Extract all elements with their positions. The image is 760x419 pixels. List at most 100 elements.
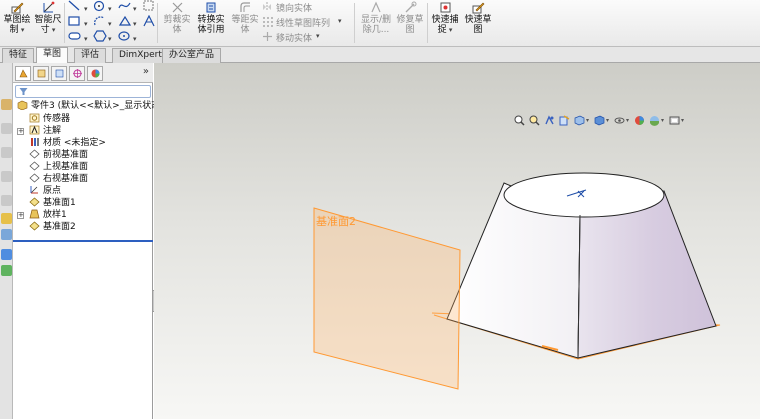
- configuration-manager-tab[interactable]: [51, 66, 67, 81]
- rectangle-tool[interactable]: [68, 15, 82, 30]
- plane-icon: [29, 149, 40, 159]
- expand-annotations-toggle[interactable]: +: [17, 128, 24, 135]
- panel-tabs: »: [13, 63, 153, 83]
- spline-icon: [118, 2, 131, 9]
- ellipse-dropdown[interactable]: ▾: [133, 31, 137, 46]
- feature-tree-tab[interactable]: [15, 66, 31, 81]
- quick-snaps-button[interactable]: 快速捕 捉 ▾: [430, 0, 460, 35]
- arc-icon: [94, 16, 105, 26]
- tree-item-material[interactable]: 材质 <未指定>: [29, 137, 106, 149]
- tree-item-annotations[interactable]: 注解: [29, 125, 61, 137]
- slot-icon: [68, 32, 81, 40]
- spline-tool[interactable]: [118, 0, 132, 15]
- relations-icon: [370, 1, 381, 13]
- polygon-tool[interactable]: [93, 30, 107, 45]
- smart-dimension-button[interactable]: 智能尺 寸 ▾: [33, 0, 63, 35]
- explorer-icon[interactable]: [1, 249, 12, 260]
- sketch-icon: [11, 2, 23, 14]
- fillet-dropdown[interactable]: ▾: [133, 16, 137, 31]
- graphics-area[interactable]: ▾ ▾ ▾ ▾ ▾ 基准面2: [154, 63, 760, 419]
- trim-entities-button[interactable]: 剪裁实 体: [160, 0, 194, 35]
- slot-tool[interactable]: [68, 30, 82, 45]
- tab-dimxpert[interactable]: DimXpert: [112, 48, 169, 63]
- slot-dropdown[interactable]: ▾: [84, 31, 88, 46]
- rapid-sketch-icon: [472, 2, 484, 14]
- loft-icon: [29, 209, 40, 219]
- annotation-icon: [29, 125, 40, 135]
- line-dropdown[interactable]: ▾: [84, 1, 88, 16]
- palette-icon[interactable]: [1, 265, 12, 276]
- tree-item-front-plane[interactable]: 前视基准面: [29, 149, 88, 161]
- tree-filter-input[interactable]: [15, 85, 151, 98]
- repair-sketch-button[interactable]: 修复草 图: [395, 0, 425, 35]
- arc-dropdown[interactable]: ▾: [108, 16, 112, 31]
- arc-tool[interactable]: [93, 15, 107, 30]
- tree-item-top-plane[interactable]: 上视基准面: [29, 161, 88, 173]
- plane-icon: [29, 221, 40, 231]
- property-manager-tab[interactable]: [33, 66, 49, 81]
- material-icon: [31, 138, 39, 146]
- point-tool[interactable]: [143, 0, 155, 15]
- loft1-top-face[interactable]: [503, 172, 665, 218]
- origin-icon: [30, 186, 38, 194]
- display-manager-tab[interactable]: [87, 66, 103, 81]
- separator: [427, 3, 428, 43]
- sensor-icon: [29, 113, 40, 123]
- spline-dropdown[interactable]: ▾: [133, 1, 137, 16]
- tab-features[interactable]: 特征: [2, 48, 35, 63]
- command-manager: 草图绘 制 ▾ 智能尺 寸 ▾ ▾ ▾ ▾ ▾ ▾ ▾ ▾ ▾ ▾ 剪裁实 体 …: [0, 0, 760, 47]
- tree-root-part[interactable]: 零件3 (默认<<默认>_显示状态: [17, 100, 160, 112]
- sketch-button[interactable]: 草图绘 制 ▾: [2, 0, 32, 35]
- offset-entities-button[interactable]: 等距实 体: [228, 0, 262, 35]
- circle-dropdown[interactable]: ▾: [108, 1, 112, 16]
- move-entities-button[interactable]: 移动实体: [276, 31, 312, 44]
- convert-icon: [206, 2, 215, 13]
- document-icon[interactable]: [1, 147, 12, 158]
- document-icon[interactable]: [1, 171, 12, 182]
- tree-item-sensors[interactable]: 传感器: [29, 113, 70, 125]
- plane-icon: [29, 161, 40, 171]
- plane2-sheet[interactable]: [313, 207, 461, 390]
- resource-icon[interactable]: [1, 99, 12, 110]
- text-tool[interactable]: [143, 14, 155, 30]
- model-scene: 基准面2: [313, 172, 721, 390]
- convert-entities-button[interactable]: 转换实 体引用: [194, 0, 228, 35]
- panel-expand-chevron-icon[interactable]: »: [143, 66, 149, 77]
- ellipse-tool[interactable]: [118, 30, 132, 45]
- line-tool[interactable]: [68, 0, 82, 15]
- property-icon: [37, 69, 46, 78]
- pencil-icon[interactable]: [1, 213, 12, 224]
- linear-sketch-pattern-button[interactable]: 线性草图阵列: [276, 16, 330, 29]
- tree-item-origin[interactable]: 原点: [29, 185, 61, 197]
- tab-office-products[interactable]: 办公室产品: [162, 48, 222, 63]
- polygon-dropdown[interactable]: ▾: [108, 31, 112, 46]
- trim-icon: [172, 2, 182, 13]
- linear-pattern-dropdown[interactable]: ▾: [338, 16, 342, 26]
- fillet-tool[interactable]: [118, 15, 132, 30]
- dimxpert-manager-tab[interactable]: [69, 66, 85, 81]
- document-icon[interactable]: [1, 195, 12, 206]
- move-icon: [263, 32, 272, 41]
- offset-icon: [239, 2, 250, 12]
- mirror-icon: [263, 2, 271, 11]
- tab-sketch[interactable]: 草图: [36, 47, 69, 63]
- rectangle-dropdown[interactable]: ▾: [84, 16, 88, 31]
- expand-loft1-toggle[interactable]: +: [17, 212, 24, 219]
- tree-item-plane2[interactable]: 基准面2: [29, 221, 76, 233]
- tree-item-right-plane[interactable]: 右视基准面: [29, 173, 88, 185]
- filter-icon: [19, 88, 28, 95]
- mirror-entities-button[interactable]: 镜向实体: [276, 1, 312, 14]
- command-tabs: 特征 草图 评估 DimXpert 办公室产品: [0, 47, 760, 63]
- plane-icon: [29, 173, 40, 183]
- document-icon[interactable]: [1, 123, 12, 134]
- circle-tool[interactable]: [93, 0, 107, 15]
- move-dropdown[interactable]: ▾: [316, 31, 320, 41]
- rapid-sketch-button[interactable]: 快速草 图: [463, 0, 493, 35]
- library-icon[interactable]: [1, 229, 12, 240]
- tree-item-plane1[interactable]: 基准面1: [29, 197, 76, 209]
- rollback-bar[interactable]: [13, 240, 153, 242]
- display-delete-relations-button[interactable]: 显示/删 除几...: [358, 0, 394, 35]
- tab-evaluate[interactable]: 评估: [74, 48, 107, 63]
- tree-item-loft1[interactable]: 放样1: [29, 209, 67, 221]
- feature-manager-panel: » 零件3 (默认<<默认>_显示状态 传感器 + 注解 材质 <未指定> 前视…: [13, 63, 160, 419]
